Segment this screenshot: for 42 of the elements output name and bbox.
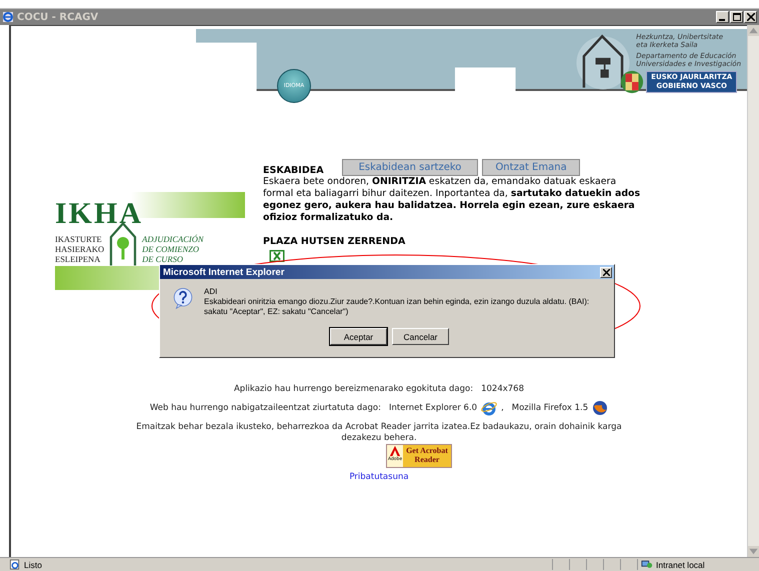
window-title: COCU - RCAGV [17,12,98,22]
logo-subtitle: ESLEIPENA [55,254,102,264]
logo-subtitle: DE CURSO [142,254,184,264]
minimize-button[interactable] [716,11,729,23]
adobe-logo-icon [389,445,402,457]
dialog-message: Eskabideari oniritzia emango diozu.Ziur zaude?.Kontuan izan behin eginda, ezin izango duzula aldatu. (BAI): sakatu "Aceptar", EZ: sakatu "Cancelar") [204,297,590,317]
browser-icon [2,11,14,23]
close-icon [602,268,610,276]
maximize-button[interactable] [730,11,743,23]
resolution-value: 1024x768 [481,384,524,394]
logo-subtitle: HASIERAKO [55,244,104,254]
close-icon [746,13,754,21]
browser-name: Internet Explorer 6.0 [388,403,478,413]
browsers-text: Web hau hurrengo nabigatzaileentzat ziurtatuta dago: [150,403,381,413]
question-icon [172,287,194,309]
dialog-button[interactable]: Cancelar [392,328,449,345]
section-heading: ESKABIDEA [263,165,324,176]
privacy-link[interactable]: Pribatutasuna [349,472,409,482]
logo-subtitle: ADJUDICACIÓN [142,234,204,244]
close-button[interactable] [744,11,757,23]
security-zone: Intranet local [656,560,705,570]
separator-text: , [501,403,504,413]
instructions-text: Eskaera bete ondoren, ONIRITZIA eskatzen da, emandako datuak eskaera formal eta baliagarri bihur daitezen. Inportantea da, sartutako datuekin ados egonez gero, aukera hau balidatzea. Horrela egin ezean, zure eskaera ofizioz formalizatuko da. [263,176,642,224]
spreadsheet-icon[interactable] [269,250,285,262]
logo-title: IKHA [55,200,144,228]
resolution-text: Aplikazio hau hurrengo bereizmenarako egokituta dago: [234,384,474,394]
status-text: Listo [24,560,42,570]
dialog-button[interactable]: Aceptar [330,328,387,345]
acrobat-text: Emaitzak behar bezala ikusteko, beharrezkoa da Acrobat Reader jarrita izatea.Ez badaukazu, orain dohainik karga dezakezu behera. [135,422,623,444]
section-heading: PLAZA HUTSEN ZERRENDA [263,236,406,247]
house-logo-icon [574,33,632,91]
logo-subtitle: IKASTURTE [55,234,103,244]
page-icon [9,559,21,570]
close-button[interactable] [600,266,612,278]
logo-subtitle: DE COMIENZO [142,244,200,254]
dialog-heading: ADI [204,287,218,297]
dialog-title: Microsoft Internet Explorer [163,266,284,278]
maximize-icon [732,13,740,21]
browser-name: Mozilla Firefox 1.5 [512,403,588,413]
internet-explorer-icon [481,400,498,416]
firefox-icon [592,400,608,416]
intranet-icon [641,559,653,570]
